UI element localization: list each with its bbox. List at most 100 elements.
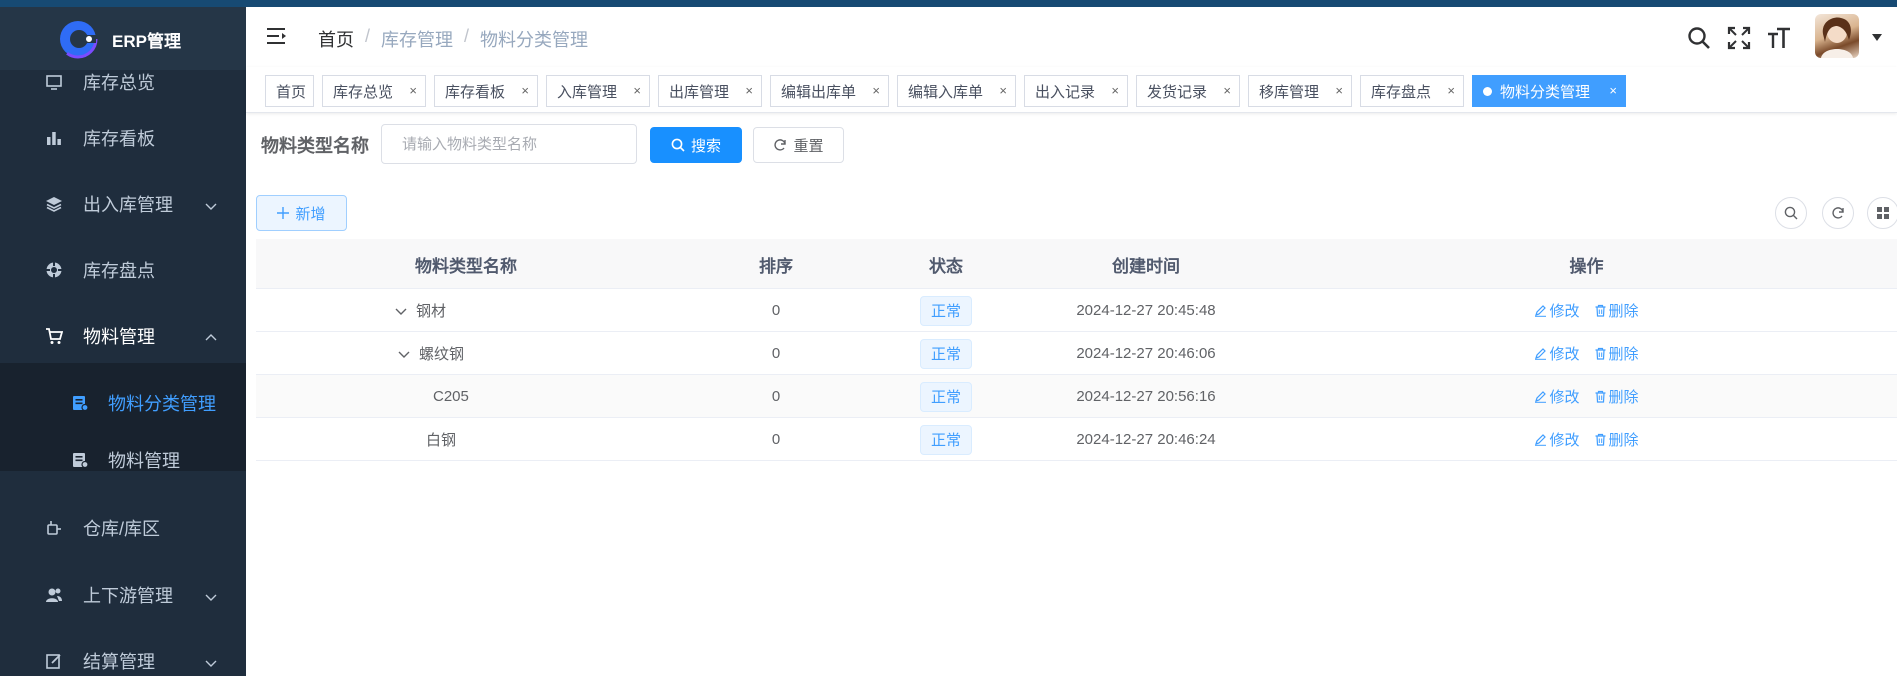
tags-view: 首页 库存总览 × 库存看板 × 入库管理 × 出库管理 × 编辑出库单 × 编… xyxy=(246,67,1897,113)
table-row[interactable]: 螺纹钢 0 正常 2024-12-27 20:46:06 修改 删除 xyxy=(256,332,1897,375)
row-sort: 0 xyxy=(771,431,781,448)
add-button[interactable]: 新增 xyxy=(256,195,347,231)
tag-outbound[interactable]: 出库管理 × xyxy=(658,75,762,107)
search-input[interactable] xyxy=(381,124,637,164)
close-icon[interactable]: × xyxy=(745,83,753,98)
edit-button[interactable]: 修改 xyxy=(1534,343,1580,364)
close-icon[interactable]: × xyxy=(1111,83,1119,98)
row-sort: 0 xyxy=(771,302,781,319)
column-header-sort: 排序 xyxy=(759,256,793,276)
columns-button[interactable] xyxy=(1867,197,1897,229)
chevron-up-icon xyxy=(204,329,218,343)
sidebar: 库存总览 库存看板 出入库管理 库存盘点 物料管理 物料分类管理 物料管理 仓库… xyxy=(0,7,246,676)
status-badge: 正常 xyxy=(919,295,972,326)
chevron-down-icon[interactable] xyxy=(397,347,411,361)
avatar-image-icon xyxy=(1821,17,1853,58)
table-row[interactable]: 钢材 0 正常 2024-12-27 20:45:48 修改 删除 xyxy=(256,289,1897,332)
row-sort: 0 xyxy=(771,388,781,405)
close-icon[interactable]: × xyxy=(1223,83,1231,98)
chevron-down-icon[interactable] xyxy=(394,304,408,318)
hamburger-icon[interactable] xyxy=(266,25,288,47)
search-button[interactable]: 搜索 xyxy=(650,127,742,163)
sidebar-item-stock-io[interactable]: 出入库管理 xyxy=(0,179,246,229)
doc-icon xyxy=(70,393,90,413)
trash-icon xyxy=(1595,433,1605,446)
column-header-actions: 操作 xyxy=(1569,256,1604,276)
caret-down-icon[interactable] xyxy=(1872,34,1882,42)
top-accent-strip xyxy=(0,0,1897,7)
close-icon[interactable]: × xyxy=(633,83,641,98)
tag-io-records[interactable]: 出入记录 × xyxy=(1024,75,1128,107)
tag-home[interactable]: 首页 xyxy=(265,75,314,107)
tag-edit-outbound[interactable]: 编辑出库单 × xyxy=(770,75,889,107)
chevron-down-icon xyxy=(204,588,218,602)
sidebar-item-settlement[interactable]: 结算管理 xyxy=(0,636,246,676)
close-icon[interactable]: × xyxy=(1609,83,1617,98)
breadcrumb-inventory[interactable]: 库存管理 xyxy=(381,26,453,52)
edit-icon xyxy=(1535,434,1547,446)
tag-material-category[interactable]: 物料分类管理 × xyxy=(1472,75,1626,107)
trash-icon xyxy=(1595,304,1605,317)
logo-bar: ERP管理 xyxy=(0,7,246,70)
breadcrumb: 首页 / 库存管理 / 物料分类管理 xyxy=(318,26,588,52)
close-icon[interactable]: × xyxy=(521,83,529,98)
users-icon xyxy=(44,585,64,605)
row-created: 2024-12-27 20:45:48 xyxy=(1076,302,1216,319)
status-badge: 正常 xyxy=(919,381,972,412)
app-title: ERP管理 xyxy=(112,32,181,51)
sidebar-item-material-list[interactable]: 物料管理 xyxy=(0,435,246,485)
grid-icon xyxy=(1877,207,1889,219)
sidebar-item-material-management[interactable]: 物料管理 xyxy=(0,311,246,361)
trash-icon xyxy=(1595,390,1605,403)
avatar[interactable] xyxy=(1815,14,1859,58)
layers-icon xyxy=(44,194,64,214)
row-name: 螺纹钢 xyxy=(419,346,465,363)
table-row[interactable]: C205 0 正常 2024-12-27 20:56:16 修改 删除 xyxy=(256,375,1897,418)
fullscreen-icon[interactable] xyxy=(1726,25,1752,51)
breadcrumb-current: 物料分类管理 xyxy=(480,30,589,50)
chevron-down-icon xyxy=(204,197,218,211)
reset-button[interactable]: 重置 xyxy=(753,127,844,163)
refresh-button[interactable] xyxy=(1822,197,1854,229)
header: 首页 / 库存管理 / 物料分类管理 xyxy=(246,7,1897,67)
close-icon[interactable]: × xyxy=(999,83,1007,98)
column-header-name: 物料类型名称 xyxy=(415,256,517,276)
tag-stocktaking[interactable]: 库存盘点 × xyxy=(1360,75,1464,107)
tag-inventory-overview[interactable]: 库存总览 × xyxy=(322,75,426,107)
bar-chart-icon xyxy=(44,128,64,148)
sidebar-item-stocktaking[interactable]: 库存盘点 xyxy=(0,245,246,295)
tag-edit-inbound[interactable]: 编辑入库单 × xyxy=(897,75,1016,107)
font-size-icon[interactable] xyxy=(1766,25,1792,51)
close-icon[interactable]: × xyxy=(409,83,417,98)
toggle-search-button[interactable] xyxy=(1775,197,1807,229)
logo-icon xyxy=(58,19,98,59)
sidebar-item-partners[interactable]: 上下游管理 xyxy=(0,570,246,620)
tag-inventory-board[interactable]: 库存看板 × xyxy=(434,75,538,107)
close-icon[interactable]: × xyxy=(1447,83,1455,98)
tag-transfer[interactable]: 移库管理 × xyxy=(1248,75,1352,107)
edit-button[interactable]: 修改 xyxy=(1534,386,1580,407)
row-name: 钢材 xyxy=(416,303,447,320)
sidebar-item-material-category[interactable]: 物料分类管理 xyxy=(0,378,246,428)
close-icon[interactable]: × xyxy=(1335,83,1343,98)
delete-button[interactable]: 删除 xyxy=(1594,300,1639,321)
edit-button[interactable]: 修改 xyxy=(1534,429,1580,450)
target-icon xyxy=(44,260,64,280)
table-header: 物料类型名称 排序 状态 创建时间 操作 xyxy=(256,239,1897,289)
close-icon[interactable]: × xyxy=(872,83,880,98)
table-row[interactable]: 白钢 0 正常 2024-12-27 20:46:24 修改 删除 xyxy=(256,418,1897,461)
edit-button[interactable]: 修改 xyxy=(1534,300,1580,321)
breadcrumb-home[interactable]: 首页 xyxy=(318,26,354,52)
edit-icon xyxy=(1535,348,1547,360)
refresh-icon xyxy=(774,139,787,151)
sidebar-item-warehouse[interactable]: 仓库/库区 xyxy=(0,503,246,553)
delete-button[interactable]: 删除 xyxy=(1594,343,1639,364)
tag-shipping-records[interactable]: 发货记录 × xyxy=(1136,75,1240,107)
tag-inbound[interactable]: 入库管理 × xyxy=(546,75,650,107)
delete-button[interactable]: 删除 xyxy=(1594,386,1639,407)
delete-button[interactable]: 删除 xyxy=(1594,429,1639,450)
edit-icon xyxy=(1535,391,1547,403)
search-icon[interactable] xyxy=(1686,25,1712,51)
sidebar-item-inventory-board[interactable]: 库存看板 xyxy=(0,113,246,163)
column-header-status: 状态 xyxy=(929,256,963,276)
